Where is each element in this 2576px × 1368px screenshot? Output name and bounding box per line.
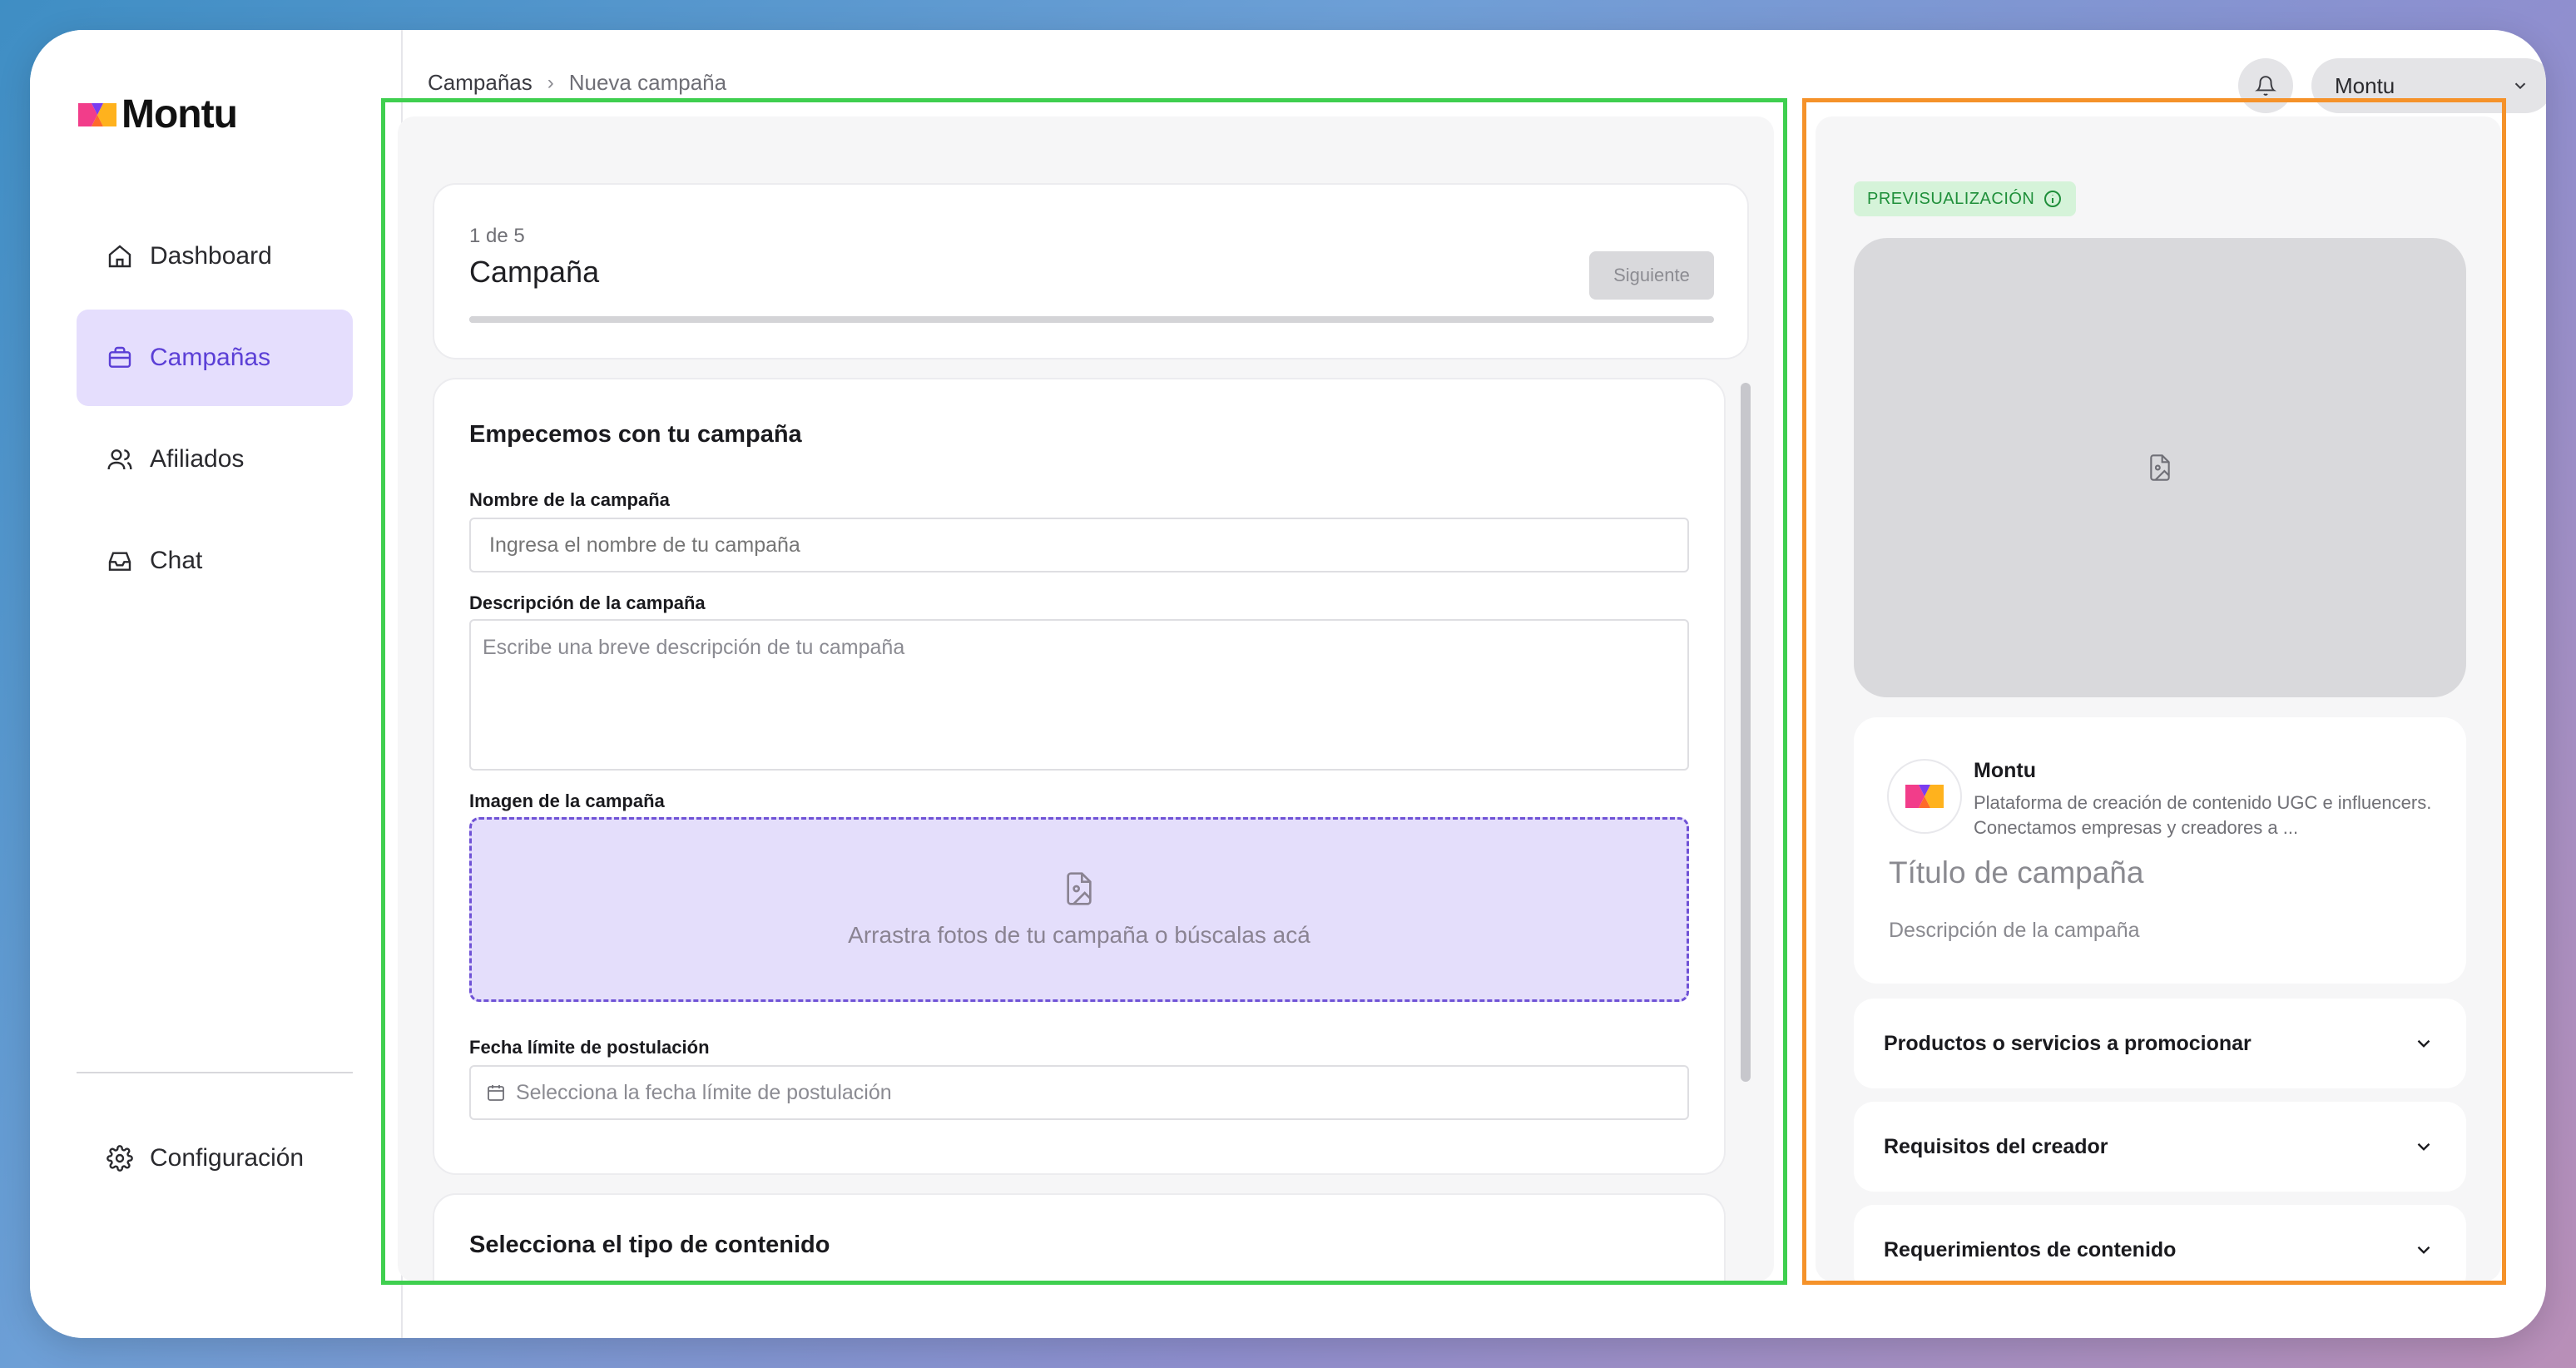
- sidebar-nav: Dashboard Campañas Afiliados Chat: [77, 208, 353, 614]
- sidebar-item-label: Campañas: [150, 344, 271, 371]
- home-icon: [108, 245, 131, 268]
- sidebar-divider: [77, 1072, 353, 1073]
- sidebar-item-affiliates[interactable]: Afiliados: [77, 411, 353, 508]
- logo[interactable]: Montu: [77, 92, 238, 137]
- montu-logo-icon: [78, 102, 116, 126]
- sidebar-item-label: Chat: [150, 547, 203, 574]
- bell-icon: [2255, 76, 2276, 96]
- breadcrumb-campaigns[interactable]: Campañas: [428, 70, 533, 96]
- briefcase-icon: [108, 346, 131, 368]
- gear-icon: [107, 1145, 133, 1172]
- sidebar-config: Configuración: [77, 1110, 353, 1212]
- sidebar-item-chat[interactable]: Chat: [77, 513, 353, 609]
- account-name: Montu: [2335, 72, 2395, 98]
- logo-text: Montu: [121, 92, 238, 136]
- users-icon: [107, 449, 132, 470]
- sidebar-item-campaigns[interactable]: Campañas: [77, 310, 353, 406]
- sidebar: Montu Dashboard Campañas Afiliados Chat …: [30, 30, 403, 1338]
- sidebar-item-label: Afiliados: [150, 445, 245, 473]
- chevron-down-icon: [2514, 82, 2526, 90]
- highlight-box-form: [381, 98, 1787, 1285]
- breadcrumb-current: Nueva campaña: [568, 70, 727, 95]
- sidebar-item-dashboard[interactable]: Dashboard: [77, 208, 353, 305]
- breadcrumb: Campañas › Nueva campaña: [428, 70, 726, 96]
- highlight-box-preview: [1802, 98, 2506, 1285]
- sidebar-item-label: Dashboard: [150, 242, 272, 270]
- chevron-right-icon: ›: [547, 71, 554, 94]
- inbox-icon: [108, 552, 131, 571]
- sidebar-item-label: Configuración: [150, 1144, 305, 1172]
- sidebar-item-settings[interactable]: Configuración: [77, 1110, 353, 1207]
